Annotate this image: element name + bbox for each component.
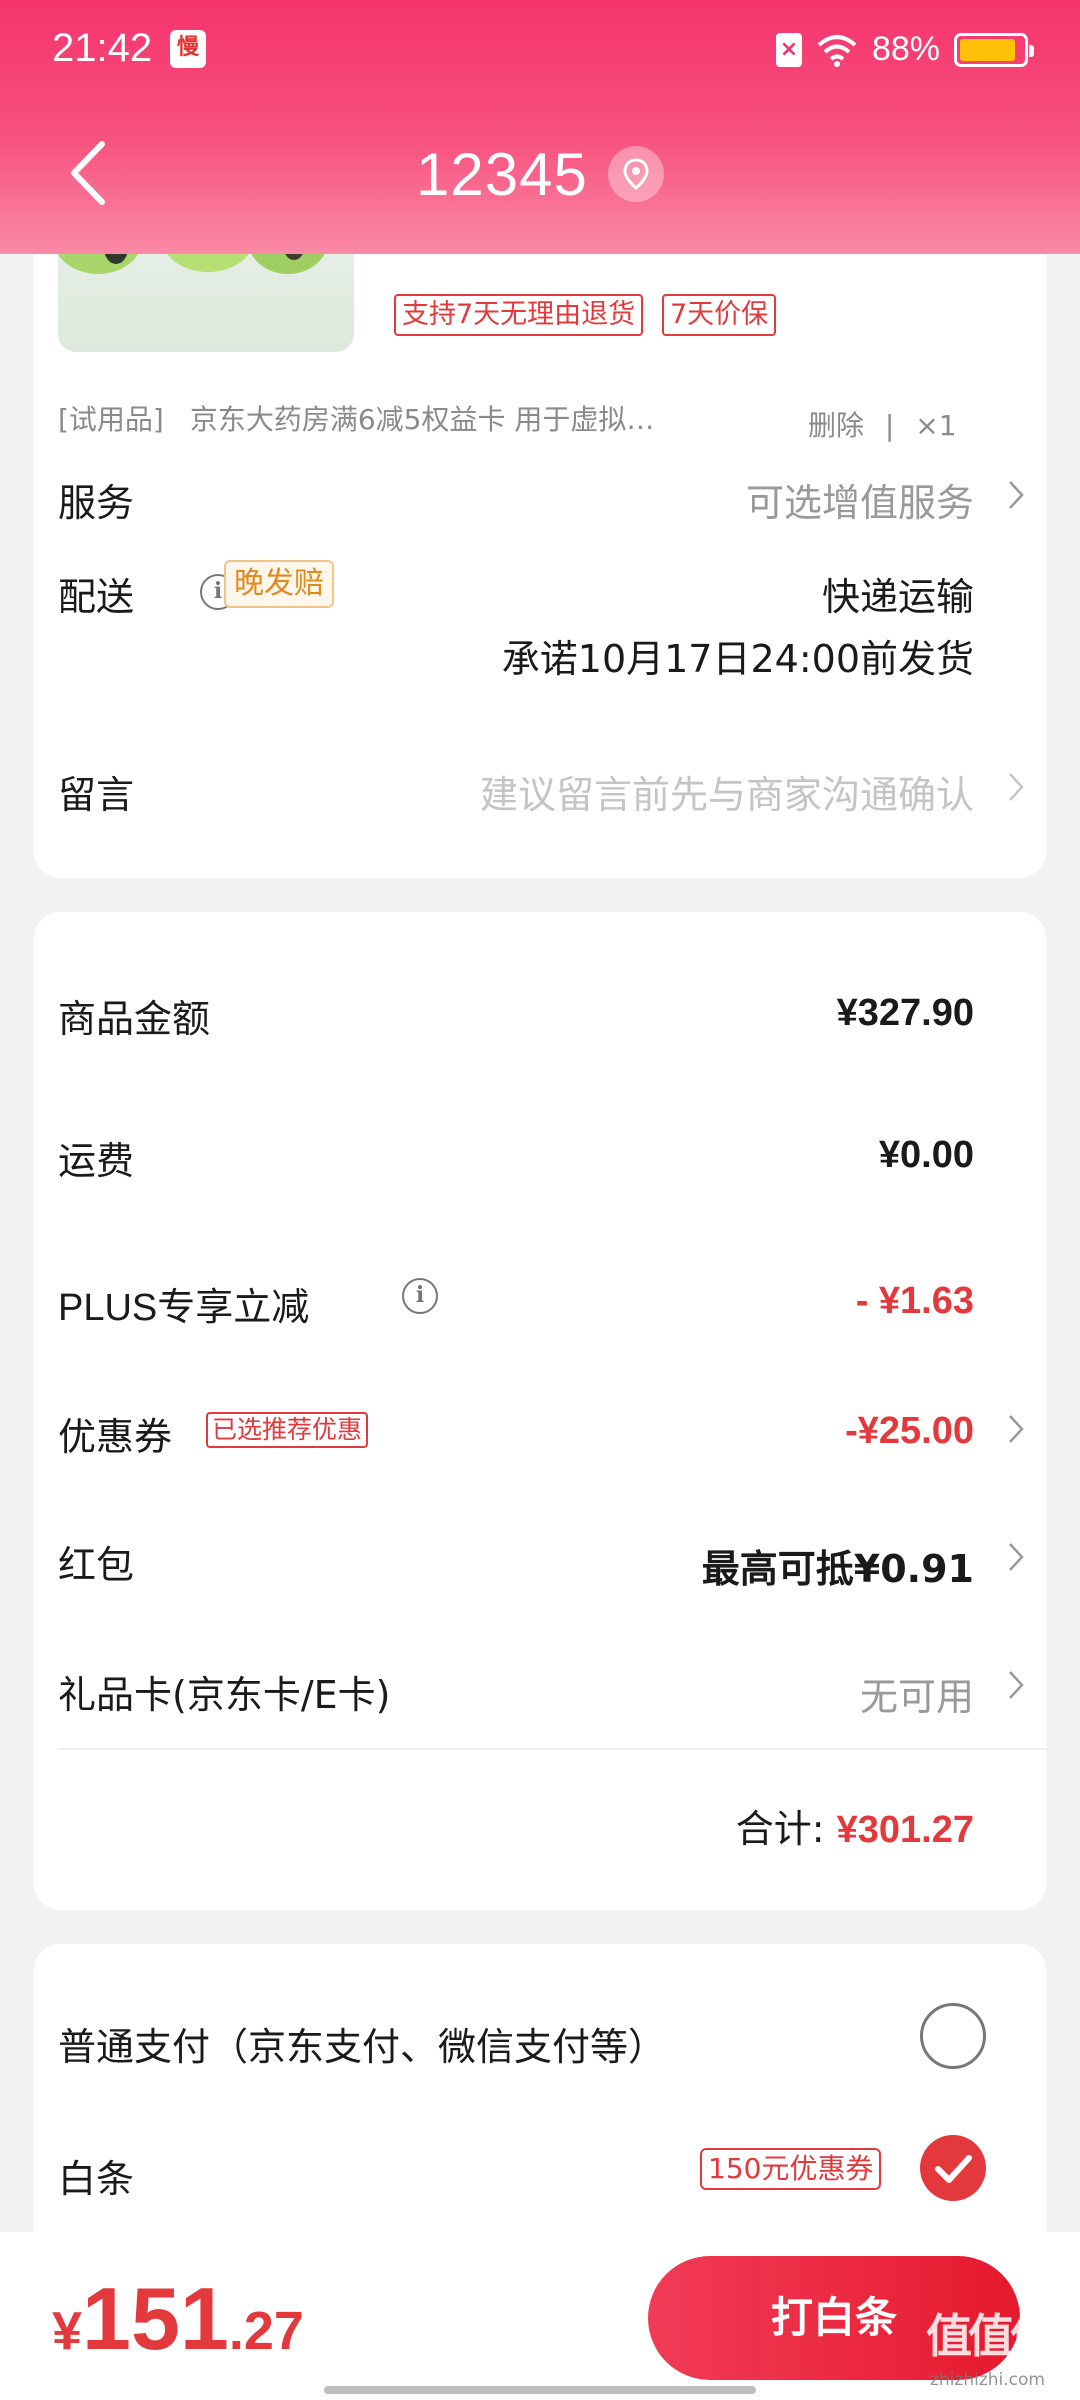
plus-discount-label: PLUS专享立减 bbox=[58, 1287, 310, 1329]
baitiao-coupon-badge[interactable]: 150元优惠券 bbox=[700, 2148, 882, 2190]
giftcard-label: 礼品卡(京东卡/E卡) bbox=[58, 1673, 391, 1717]
plus-discount-value: - ¥1.63 bbox=[855, 1280, 974, 1322]
delivery-method[interactable]: 快递运输 bbox=[822, 566, 974, 621]
top-header: 21:42 慢 × 88% 12345 bbox=[0, 0, 1080, 254]
back-arrow-icon[interactable] bbox=[68, 138, 108, 208]
delete-button[interactable]: 删除 bbox=[808, 409, 864, 442]
location-icon[interactable] bbox=[608, 146, 664, 202]
battery-icon bbox=[954, 32, 1034, 67]
delivery-promise: 承诺10月17日24:00前发货 bbox=[501, 637, 974, 681]
total-value: ¥301.27 bbox=[836, 1809, 974, 1851]
status-right: × 88% bbox=[775, 30, 1034, 69]
status-bar: 21:42 慢 × 88% bbox=[0, 0, 1080, 100]
app-notification-icon: 慢 bbox=[170, 30, 206, 68]
delivery-label: 配送 bbox=[58, 575, 135, 619]
chevron-right-icon[interactable] bbox=[1008, 772, 1024, 802]
sim-icon: × bbox=[775, 32, 802, 67]
shipping-value: ¥0.00 bbox=[878, 1134, 974, 1176]
normal-payment-radio[interactable] bbox=[920, 2003, 986, 2069]
coupon-value[interactable]: -¥25.00 bbox=[845, 1410, 974, 1453]
total-row: 合计: ¥301.27 bbox=[736, 1798, 974, 1853]
separator: | bbox=[884, 409, 895, 442]
payable-amount: ¥151.27 bbox=[52, 2268, 304, 2370]
coupon-label: 优惠券 bbox=[58, 1415, 173, 1459]
battery-level bbox=[960, 38, 1015, 61]
return-policy-tag: 支持7天无理由退货 bbox=[394, 294, 644, 336]
late-compensation-badge: 晚发赔 bbox=[224, 560, 334, 608]
battery-percent: 88% bbox=[871, 30, 940, 68]
message-input[interactable]: 建议留言前先与商家沟通确认 bbox=[480, 764, 974, 819]
shipping-label: 运费 bbox=[58, 1139, 135, 1183]
redpack-value[interactable]: 最高可抵¥0.91 bbox=[702, 1538, 974, 1593]
watermark-url: zhizhizhi.com bbox=[930, 2370, 1045, 2390]
watermark-logo: 值值值 bbox=[926, 2309, 1056, 2363]
baitiao-selected-check[interactable] bbox=[920, 2135, 986, 2201]
redpack-label: 红包 bbox=[58, 1543, 135, 1587]
divider bbox=[58, 1748, 1046, 1750]
normal-payment-label[interactable]: 普通支付（京东支付、微信支付等） bbox=[58, 2016, 666, 2071]
trial-actions: 删除 | ×1 bbox=[808, 404, 957, 444]
total-label: 合计: bbox=[735, 1807, 825, 1851]
chevron-right-icon[interactable] bbox=[1008, 480, 1024, 510]
trial-tag: [试用品] bbox=[58, 403, 164, 436]
baitiao-label[interactable]: 白条 bbox=[58, 2148, 134, 2203]
status-time: 21:42 bbox=[52, 26, 153, 70]
wifi-icon bbox=[817, 34, 857, 67]
checkmark-icon bbox=[935, 2155, 972, 2183]
home-indicator[interactable] bbox=[324, 2386, 756, 2394]
chevron-right-icon[interactable] bbox=[1008, 1670, 1024, 1700]
watermark: 值值值 zhizhizhi.com bbox=[926, 2300, 1076, 2400]
trial-product-line: [试用品] 京东大药房满6减5权益卡 用于虚拟… bbox=[58, 398, 654, 438]
trial-product-name: 京东大药房满6减5权益卡 用于虚拟… bbox=[189, 403, 655, 436]
chevron-right-icon[interactable] bbox=[1008, 1414, 1024, 1444]
service-value[interactable]: 可选增值服务 bbox=[746, 472, 974, 527]
currency-symbol: ¥ bbox=[52, 2301, 83, 2361]
coupon-recommended-badge: 已选推荐优惠 bbox=[206, 1412, 369, 1448]
giftcard-value[interactable]: 无可用 bbox=[860, 1666, 974, 1721]
service-label: 服务 bbox=[58, 481, 135, 525]
goods-amount-label: 商品金额 bbox=[58, 997, 211, 1041]
quantity: ×1 bbox=[915, 409, 957, 442]
goods-amount-value: ¥327.90 bbox=[836, 992, 974, 1034]
price-decimal: .27 bbox=[228, 2301, 304, 2361]
chevron-right-icon[interactable] bbox=[1008, 1542, 1024, 1572]
price-protect-tag: 7天价保 bbox=[662, 294, 777, 336]
page-title: 12345 bbox=[416, 141, 588, 208]
price-integer: 151 bbox=[82, 2269, 229, 2368]
info-icon[interactable]: i bbox=[402, 1278, 438, 1314]
message-label: 留言 bbox=[58, 773, 135, 817]
